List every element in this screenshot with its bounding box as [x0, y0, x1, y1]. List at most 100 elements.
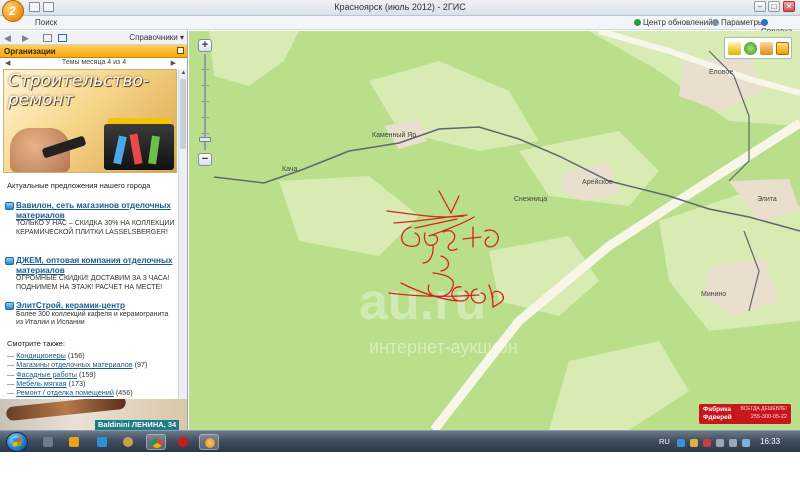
zoom-tick: [201, 101, 209, 102]
mail-icon[interactable]: [43, 34, 52, 42]
category-link[interactable]: Магазины отделочных материалов: [16, 360, 132, 369]
globe-icon[interactable]: [744, 42, 757, 55]
taskbar-app[interactable]: [173, 434, 193, 450]
directories-dropdown[interactable]: Справочники ▾: [129, 33, 184, 42]
list-icon[interactable]: [58, 34, 67, 42]
pointer-tool-icon[interactable]: [776, 42, 789, 55]
themes-row: ◀ Темы месяца 4 из 4 ▶: [0, 58, 187, 69]
tray-icon[interactable]: [690, 439, 698, 447]
settings-link[interactable]: Параметры: [712, 18, 764, 27]
category-item[interactable]: — Фасадные работы (159): [7, 370, 179, 379]
taskbar-app[interactable]: [118, 434, 138, 450]
maximize-button[interactable]: □: [768, 1, 780, 12]
minimize-button[interactable]: –: [754, 1, 766, 12]
volume-icon[interactable]: [729, 439, 737, 447]
category-count: (173): [68, 378, 86, 388]
company-icon: [5, 257, 14, 265]
taskbar-app[interactable]: [146, 434, 166, 450]
taskbar-app[interactable]: [92, 434, 112, 450]
category-link[interactable]: Кондиционеры: [16, 351, 66, 360]
opera-icon: [178, 437, 188, 447]
bottom-ad-label: Baldinini ЛЕНИНА, 34: [95, 420, 180, 430]
theme-next-button[interactable]: ▶: [171, 59, 176, 67]
zoom-slider-handle[interactable]: [199, 137, 211, 142]
theme-prev-button[interactable]: ◀: [5, 59, 10, 67]
update-icon: [634, 19, 641, 26]
place-label: Кача: [282, 166, 298, 173]
place-label: Арейское: [582, 179, 613, 186]
map-canvas[interactable]: au.ru интернет-аукцион: [189, 31, 800, 430]
app-logo-icon[interactable]: 2: [2, 0, 24, 22]
field-area: [209, 31, 299, 86]
tray-icon[interactable]: [703, 439, 711, 447]
organizations-title: Организации: [4, 47, 56, 56]
category-list: — Кондиционеры (156) — Магазины отделочных…: [7, 351, 179, 397]
updates-center-link[interactable]: Центр обновлений: [634, 18, 713, 27]
category-count: (156): [67, 351, 85, 360]
pin-icon[interactable]: [177, 47, 184, 54]
scroll-thumb[interactable]: [180, 79, 186, 149]
tray-icon[interactable]: [742, 439, 750, 447]
taskbar-app[interactable]: [199, 434, 219, 450]
taskbar-app[interactable]: [38, 434, 58, 450]
company-item[interactable]: Вавилон, сеть магазинов отделочных матер…: [5, 201, 177, 237]
zoom-control: + −: [198, 39, 212, 167]
start-button[interactable]: [6, 432, 28, 452]
bottom-ad-banner[interactable]: Baldinini ЛЕНИНА, 34: [0, 399, 187, 430]
forward-button[interactable]: ▶: [22, 33, 29, 44]
zoom-in-button[interactable]: +: [198, 39, 212, 52]
updates-label: Центр обновлений: [643, 18, 713, 27]
back-button[interactable]: ◀: [4, 33, 11, 44]
category-count: (456): [115, 388, 133, 398]
field-area: [279, 176, 419, 256]
company-name-link[interactable]: Вавилон, сеть магазинов отделочных матер…: [16, 201, 177, 220]
category-item[interactable]: — Мебель мягкая (173): [7, 379, 179, 388]
company-name-link[interactable]: ДЖЕМ, оптовая компания отделочных матери…: [16, 256, 177, 275]
category-link[interactable]: Мебель мягкая: [16, 379, 66, 388]
promo-banner[interactable]: Строительство-ремонт: [3, 69, 177, 173]
ad-brand-line2: Фдверей: [703, 414, 732, 421]
left-panel: ◀ ▶ Справочники ▾ Организации ◀ Темы мес…: [0, 31, 188, 430]
map-toolbar: [724, 37, 792, 59]
bottom-margin: [0, 452, 800, 478]
company-name-link[interactable]: ЭлитСтрой, керамик-центр: [16, 301, 177, 311]
company-icon: [5, 302, 14, 310]
category-link[interactable]: Фасадные работы: [16, 370, 77, 379]
map-view[interactable]: au.ru интернет-аукцион Каменный Яр Кача: [189, 31, 800, 430]
model-image: [5, 399, 127, 422]
company-item[interactable]: ДЖЕМ, оптовая компания отделочных матери…: [5, 256, 177, 292]
place-label: Еловое: [709, 69, 734, 76]
company-description: Более 300 коллекций кафеля и керамограни…: [16, 310, 169, 327]
help-icon: [761, 19, 768, 26]
place-label: Элита: [757, 196, 777, 203]
category-item[interactable]: — Кондиционеры (156): [7, 351, 179, 360]
language-indicator[interactable]: RU: [659, 437, 670, 446]
close-button[interactable]: ✕: [783, 1, 795, 12]
tray-icon[interactable]: [677, 439, 685, 447]
left-panel-scrollbar[interactable]: ▲ ▼: [178, 69, 187, 427]
watermark-logo: au.ru: [359, 273, 486, 331]
category-item[interactable]: — Магазины отделочных материалов (97): [7, 360, 179, 369]
scroll-up-button[interactable]: ▲: [179, 69, 187, 78]
explorer-icon: [43, 437, 53, 447]
category-item[interactable]: — Ремонт / отделка помещений (456): [7, 388, 179, 397]
search-menu-item[interactable]: Поиск: [35, 18, 57, 27]
map-advertisement[interactable]: Фабрика Фдверей ВСЕГДА ДЕШЕВЛЕ! 255-300-…: [699, 404, 791, 424]
zoom-out-button[interactable]: −: [198, 153, 212, 166]
field-area: [549, 341, 689, 430]
company-description: ТОЛЬКО У НАС – СКИДКА 30% НА КОЛЛЕКЦИИ К…: [16, 220, 175, 236]
taskbar-clock[interactable]: 16:33: [760, 437, 780, 446]
category-link[interactable]: Ремонт / отделка помещений: [16, 388, 114, 397]
watermark-logo: интернет-аукцион: [369, 337, 518, 357]
network-icon[interactable]: [716, 439, 724, 447]
media-player-icon: [69, 437, 79, 447]
company-description: ОГРОМНЫЕ СКИДКИ! ДОСТАВИМ ЗА 3 ЧАСА! ПОД…: [16, 275, 170, 291]
layers-icon[interactable]: [760, 42, 773, 55]
internet-explorer-icon: [97, 437, 107, 447]
company-item[interactable]: ЭлитСтрой, керамик-центр Более 300 колле…: [5, 301, 177, 328]
ruler-icon[interactable]: [728, 42, 741, 55]
taskbar-app[interactable]: [64, 434, 84, 450]
zoom-tick: [201, 133, 209, 134]
nav-toolbar: ◀ ▶ Справочники ▾: [0, 31, 187, 45]
place-label: Каменный Яр: [372, 132, 417, 139]
